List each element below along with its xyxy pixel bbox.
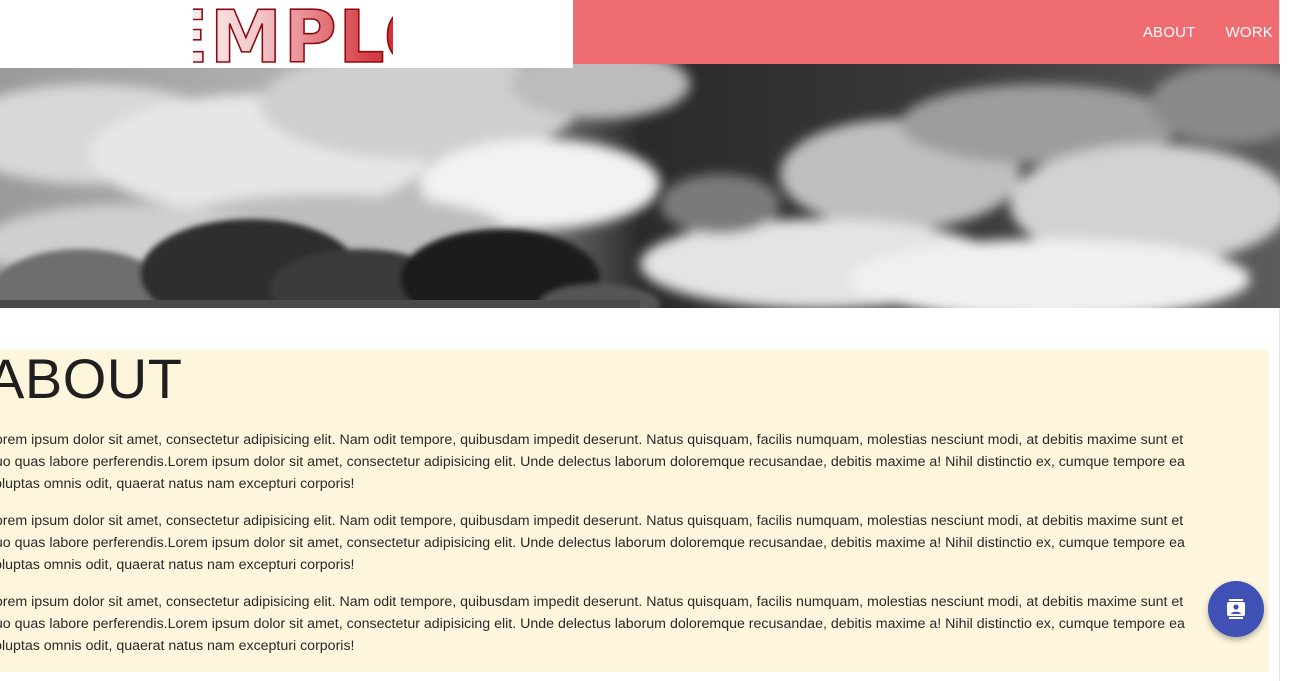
svg-text:EMPLO: EMPLO — [193, 0, 393, 68]
paragraph-line: quo quas labore perferendis.Lorem ipsum … — [0, 454, 1185, 470]
paragraph-line: Lorem ipsum dolor sit amet, consectetur … — [0, 513, 1184, 529]
paragraph-line: voluptas omnis odit, quaerat natus nam e… — [0, 476, 355, 492]
about-title: ABOUT — [0, 350, 183, 410]
about-paragraph: Lorem ipsum dolor sit amet, consectetur … — [0, 429, 1269, 495]
hero-image — [0, 64, 1280, 308]
contact-card-icon — [1227, 599, 1245, 619]
paragraph-line: Lorem ipsum dolor sit amet, consectetur … — [0, 432, 1184, 448]
page: ABOUT WORK EMPLO ABOUT Lorem ipsum dolor… — [0, 0, 1290, 681]
about-content: ABOUT Lorem ipsum dolor sit amet, consec… — [0, 350, 1269, 654]
logo-icon: EMPLO — [193, 0, 393, 68]
logo-panel: EMPLO — [0, 0, 573, 68]
site-logo[interactable]: EMPLO — [193, 0, 393, 68]
paragraph-line: voluptas omnis odit, quaerat natus nam e… — [0, 638, 355, 654]
top-navbar: ABOUT WORK — [573, 0, 1290, 64]
about-paragraph: Lorem ipsum dolor sit amet, consectetur … — [0, 510, 1269, 576]
nav-links: ABOUT WORK — [1143, 0, 1273, 64]
paragraph-line: quo quas labore perferendis.Lorem ipsum … — [0, 616, 1185, 632]
paragraph-line: Lorem ipsum dolor sit amet, consectetur … — [0, 594, 1184, 610]
hero-clouds-image — [0, 64, 1280, 308]
paragraph-line: quo quas labore perferendis.Lorem ipsum … — [0, 535, 1185, 551]
about-section: ABOUT Lorem ipsum dolor sit amet, consec… — [0, 350, 1269, 672]
paragraph-line: voluptas omnis odit, quaerat natus nam e… — [0, 557, 355, 573]
contact-fab-button[interactable] — [1208, 581, 1264, 637]
nav-link-about[interactable]: ABOUT — [1143, 24, 1196, 41]
vertical-scrollbar[interactable] — [1279, 0, 1290, 681]
about-paragraph: Lorem ipsum dolor sit amet, consectetur … — [0, 591, 1269, 657]
nav-link-work[interactable]: WORK — [1226, 24, 1273, 41]
